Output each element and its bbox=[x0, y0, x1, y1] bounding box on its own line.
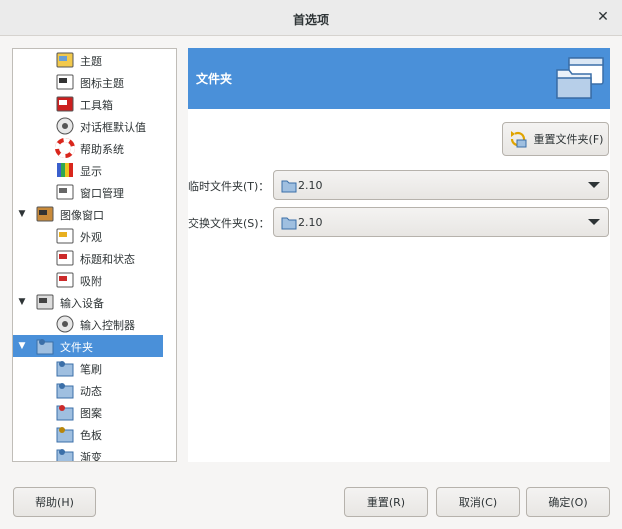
toolbox-icon bbox=[56, 96, 74, 112]
tree-item-label: 笔刷 bbox=[80, 363, 102, 376]
tree-item[interactable]: 窗口管理 bbox=[13, 181, 163, 203]
folders-header-icon bbox=[556, 57, 604, 99]
tree-item[interactable]: 显示 bbox=[13, 159, 163, 181]
tree-item[interactable]: ▼ 文件夹 bbox=[13, 335, 163, 357]
temp-folder-row: 临时文件夹(T)： 2.10 bbox=[188, 170, 610, 200]
tree-item-label: 动态 bbox=[80, 385, 102, 398]
tree-item[interactable]: 工具箱 bbox=[13, 93, 163, 115]
swap-folder-label: 交换文件夹(S)： bbox=[188, 217, 270, 230]
help-system-icon bbox=[55, 138, 75, 158]
tree-item[interactable]: 输入控制器 bbox=[13, 313, 163, 335]
tree-item[interactable]: 笔刷 bbox=[13, 357, 163, 379]
title-status-icon bbox=[56, 250, 74, 266]
input-devices-icon bbox=[36, 294, 54, 310]
swap-folder-row: 交换文件夹(S)： 2.10 bbox=[188, 207, 610, 237]
tree-item[interactable]: 渐变 bbox=[13, 445, 163, 462]
tree-item[interactable]: 动态 bbox=[13, 379, 163, 401]
image-window-icon bbox=[36, 206, 54, 222]
patterns-folder-icon bbox=[56, 405, 74, 421]
tree-item-label: 图案 bbox=[80, 407, 102, 420]
tree-item[interactable]: ▼ 图像窗口 bbox=[13, 203, 163, 225]
temp-folder-label: 临时文件夹(T)： bbox=[188, 180, 270, 193]
tree-item-label: 工具箱 bbox=[80, 99, 113, 112]
preferences-tree[interactable]: 主题图标主题工具箱对话框默认值 帮助系统显示窗口管理 ▼ 图像窗口外观标题和状态吸附 ▼… bbox=[12, 48, 177, 462]
temp-folder-value: 2.10 bbox=[298, 179, 323, 192]
panel-title: 文件夹 bbox=[196, 72, 233, 86]
tree-item[interactable]: 标题和状态 bbox=[13, 247, 163, 269]
expander-arrow-icon[interactable]: ▼ bbox=[17, 297, 27, 307]
appearance-icon bbox=[56, 228, 74, 244]
reset-folders-label: 重置文件夹(F) bbox=[533, 133, 604, 146]
tree-item[interactable]: ▼ 输入设备 bbox=[13, 291, 163, 313]
input-controllers-icon bbox=[56, 315, 74, 333]
tree-item-label: 输入控制器 bbox=[80, 319, 135, 332]
folder-icon bbox=[281, 217, 297, 230]
chevron-down-icon bbox=[588, 219, 600, 225]
brushes-folder-icon bbox=[56, 361, 74, 377]
expander-arrow-icon[interactable]: ▼ bbox=[17, 209, 27, 219]
tree-item-label: 图像窗口 bbox=[60, 209, 104, 222]
reset-folders-button[interactable]: 重置文件夹(F) bbox=[502, 122, 609, 156]
display-icon bbox=[57, 163, 73, 177]
tree-item-label: 帮助系统 bbox=[80, 143, 124, 156]
ok-button[interactable]: 确定(O) bbox=[526, 487, 610, 517]
folders-panel: 文件夹 重置文件夹(F) 临时文件夹(T)： 2.10 交换文件夹(S)： 2.… bbox=[188, 48, 610, 462]
tree-item[interactable]: 色板 bbox=[13, 423, 163, 445]
tree-item[interactable]: 图标主题 bbox=[13, 71, 163, 93]
gradients-folder-icon bbox=[56, 449, 74, 461]
tree-item-label: 显示 bbox=[80, 165, 102, 178]
chevron-down-icon bbox=[588, 182, 600, 188]
tree-item-label: 渐变 bbox=[80, 451, 102, 462]
tree-item-label: 输入设备 bbox=[60, 297, 104, 310]
close-icon[interactable]: ✕ bbox=[594, 8, 612, 26]
tree-item-label: 对话框默认值 bbox=[80, 121, 146, 134]
title-bar: 首选项 ✕ bbox=[0, 0, 622, 36]
swap-folder-combo[interactable]: 2.10 bbox=[273, 207, 609, 237]
folder-icon bbox=[281, 180, 297, 193]
icon-theme-icon bbox=[56, 74, 74, 90]
tree-item-label: 外观 bbox=[80, 231, 102, 244]
tree-item[interactable]: 帮助系统 bbox=[13, 137, 163, 159]
window-title: 首选项 bbox=[292, 13, 329, 27]
panel-header: 文件夹 bbox=[188, 48, 610, 109]
tree-item-label: 吸附 bbox=[80, 275, 102, 288]
help-button[interactable]: 帮助(H) bbox=[13, 487, 96, 517]
swap-folder-value: 2.10 bbox=[298, 216, 323, 229]
tree-item-label: 图标主题 bbox=[80, 77, 124, 90]
folders-icon bbox=[36, 339, 54, 355]
tree-item[interactable]: 外观 bbox=[13, 225, 163, 247]
tree-item-label: 标题和状态 bbox=[80, 253, 135, 266]
snap-icon bbox=[56, 272, 74, 288]
window-management-icon bbox=[56, 184, 74, 200]
theme-icon bbox=[56, 52, 74, 68]
tree-item[interactable]: 图案 bbox=[13, 401, 163, 423]
reset-button[interactable]: 重置(R) bbox=[344, 487, 428, 517]
tree-item-label: 主题 bbox=[80, 55, 102, 68]
tree-item[interactable]: 吸附 bbox=[13, 269, 163, 291]
dialog-defaults-icon bbox=[56, 117, 74, 135]
tree-item-label: 窗口管理 bbox=[80, 187, 124, 200]
cancel-button[interactable]: 取消(C) bbox=[436, 487, 520, 517]
dynamics-folder-icon bbox=[56, 383, 74, 399]
temp-folder-combo[interactable]: 2.10 bbox=[273, 170, 609, 200]
tree-item[interactable]: 主题 bbox=[13, 49, 163, 71]
tree-scrollbar[interactable] bbox=[176, 49, 177, 461]
tree-item-label: 文件夹 bbox=[60, 341, 93, 354]
expander-arrow-icon[interactable]: ▼ bbox=[17, 341, 27, 351]
tree-item-label: 色板 bbox=[80, 429, 102, 442]
palettes-folder-icon bbox=[56, 427, 74, 443]
tree-item[interactable]: 对话框默认值 bbox=[13, 115, 163, 137]
reset-icon bbox=[510, 131, 527, 148]
